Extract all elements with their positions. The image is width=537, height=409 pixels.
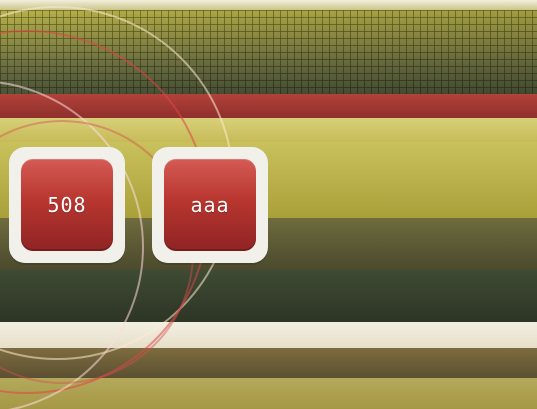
tile-aaa-label: aaa: [190, 193, 230, 217]
tile-508-inner: 508: [21, 159, 113, 251]
top-band: [0, 0, 537, 10]
tile-508-label: 508: [47, 193, 87, 217]
cream-band: [0, 118, 537, 142]
cream-separator-band: [0, 322, 537, 348]
tile-aaa-inner: aaa: [164, 159, 256, 251]
tile-508-button[interactable]: 508: [9, 147, 125, 263]
dark-band: [0, 270, 537, 322]
app-frame: 508 aaa: [0, 0, 537, 409]
tile-aaa-button[interactable]: aaa: [152, 147, 268, 263]
grid-overlay: [0, 10, 537, 94]
bottom-olive-band: [0, 378, 537, 409]
red-band: [0, 94, 537, 118]
bottom-brown-band: [0, 348, 537, 378]
